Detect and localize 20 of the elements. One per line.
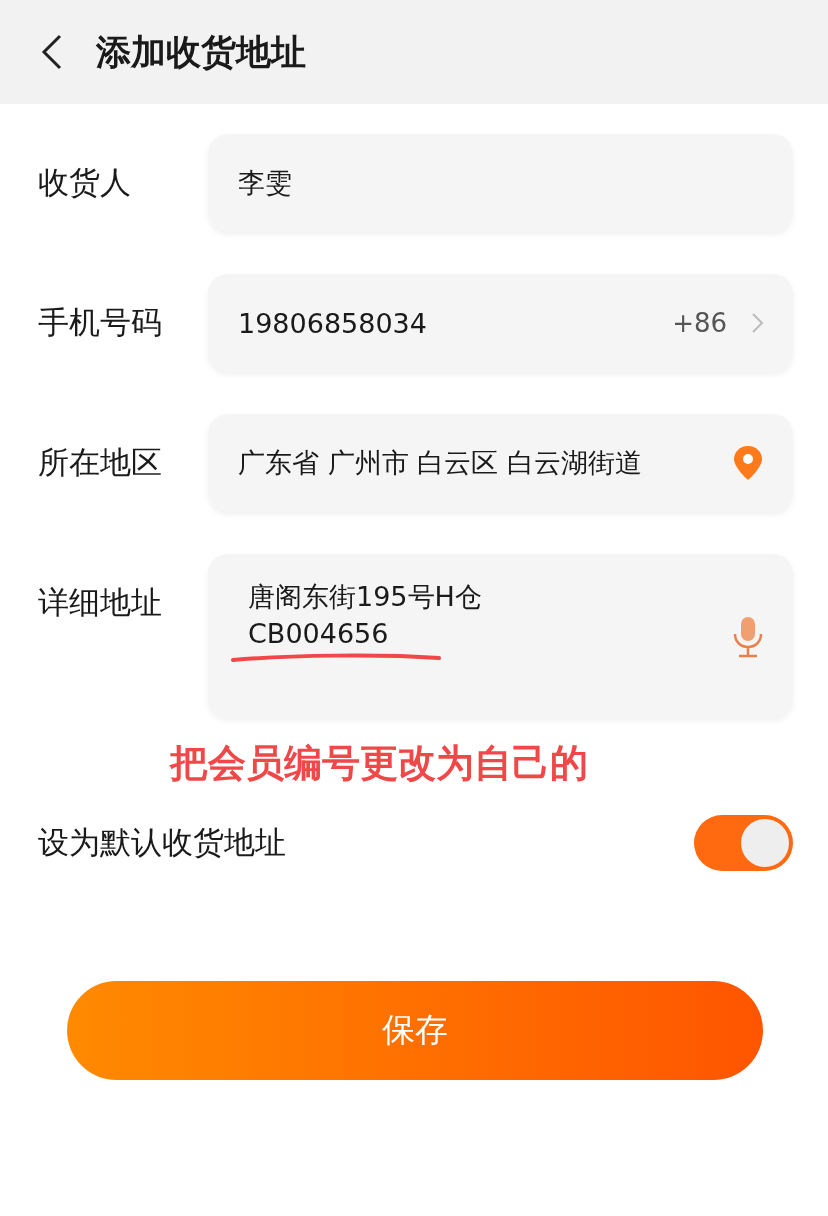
field-label: 所在地区 (38, 443, 163, 482)
microphone-icon[interactable] (731, 616, 765, 658)
field-label: 收货人 (38, 163, 132, 202)
annotation-text: 把会员编号更改为自己的 (170, 740, 588, 787)
switch-label: 设为默认收货地址 (38, 823, 286, 862)
field-label: 手机号码 (38, 303, 163, 342)
phone-input[interactable]: 19806858034 +86 (208, 274, 793, 372)
name-input[interactable]: 李雯 (208, 134, 793, 232)
region-picker[interactable]: 广东省 广州市 白云区 白云湖街道 (208, 414, 793, 512)
page-title: 添加收货地址 (96, 30, 306, 74)
default-toggle[interactable] (694, 815, 793, 871)
field-value: 唐阁东街195号H仓 CB004656 (247, 580, 483, 651)
chevron-icon (751, 312, 765, 334)
country-code[interactable]: +86 (672, 308, 727, 338)
field-value: 广东省 广州市 白云区 白云湖街道 (238, 446, 643, 480)
address-input[interactable]: 唐阁东街195号H仓 CB004656 (208, 554, 793, 718)
field-value: 19806858034 (238, 307, 428, 339)
location-pin-icon[interactable] (731, 445, 765, 481)
field-value: 李雯 (238, 166, 293, 200)
field-label: 详细地址 (38, 583, 163, 622)
